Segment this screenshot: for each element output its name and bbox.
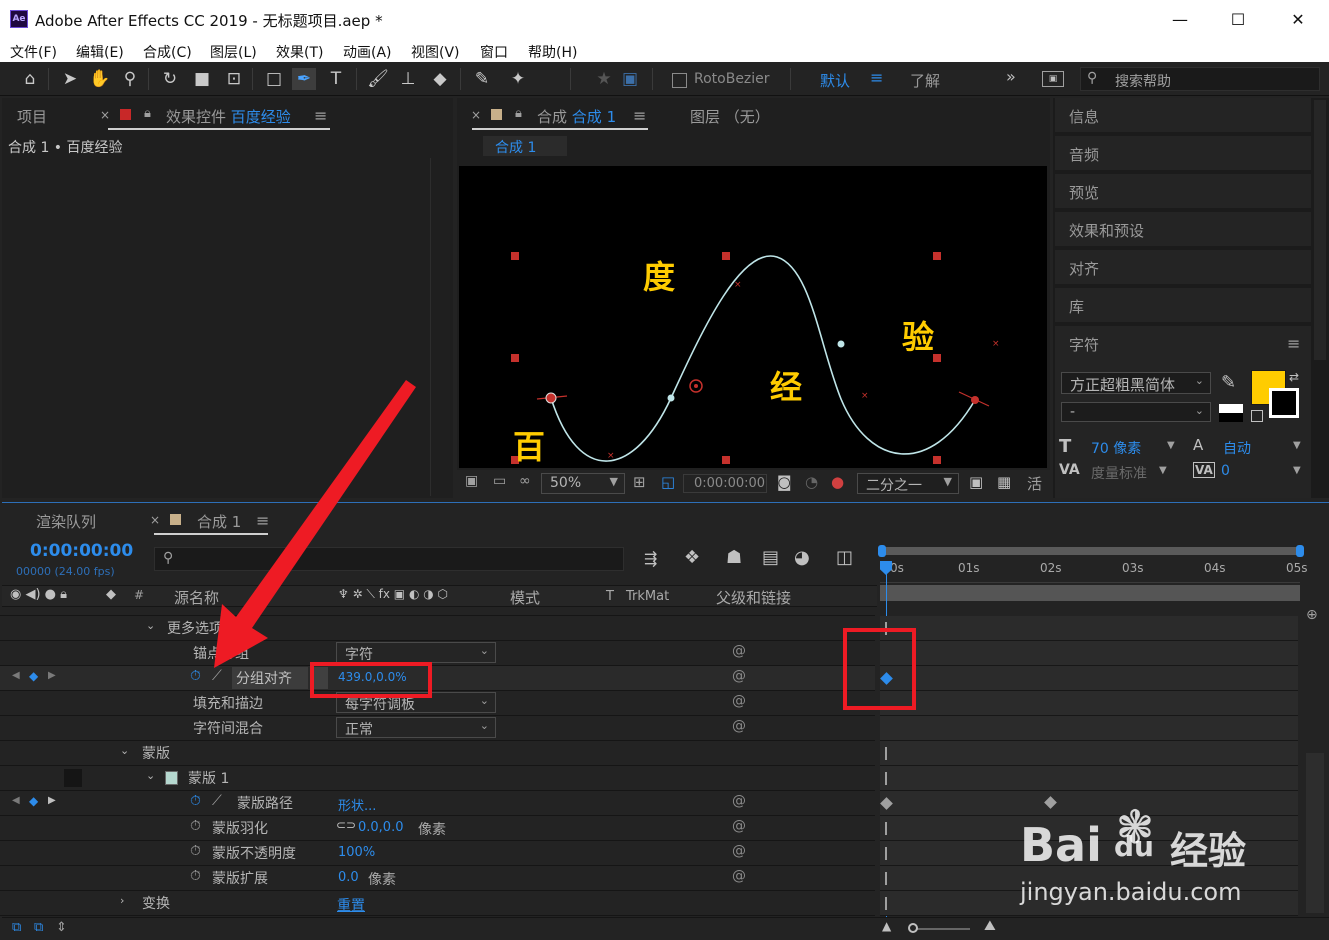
watermark-url: jingyan.baidu.com	[1020, 878, 1242, 906]
baidu-watermark: Bai ❃ du 经验 jingyan.baidu.com	[1020, 800, 1320, 910]
annotation-arrow	[214, 380, 416, 668]
watermark-brand-du: du	[1114, 830, 1154, 863]
highlight-box-keyframe	[843, 628, 916, 710]
tutorial-annotation-layer	[214, 380, 416, 668]
watermark-jingyan: 经验	[1170, 829, 1247, 873]
highlight-box-value	[310, 662, 432, 698]
watermark-brand: Bai	[1020, 818, 1102, 872]
